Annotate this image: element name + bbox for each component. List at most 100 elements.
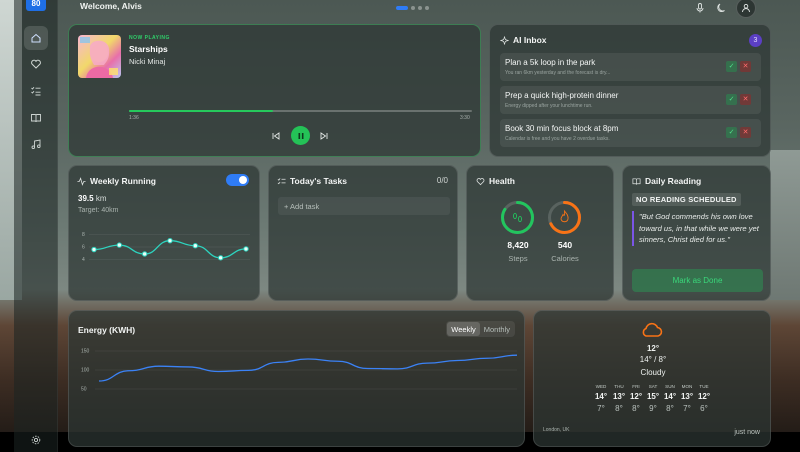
forecast-day-name: SUN [665,384,675,389]
inbox-item[interactable]: Book 30 min focus block at 8pm Calendar … [500,119,761,147]
energy-y-tick: 50 [81,387,87,393]
app-logo[interactable]: 80 [26,0,46,11]
next-button[interactable] [319,126,329,145]
forecast-low: 8° [632,404,640,413]
steps-ring [501,201,534,234]
weather-condition: Cloudy [640,368,666,377]
tab-weekly[interactable]: Weekly [447,322,480,336]
home-icon [31,33,41,43]
page-dot[interactable] [411,6,415,10]
task-count: 0/0 [436,176,448,185]
page-dot[interactable] [396,6,408,10]
forecast-day: MON 13° 7° [680,384,694,413]
forecast-day: TUE 12° 6° [697,384,711,413]
energy-chart: 150 100 50 [81,349,518,393]
gear-icon [31,435,41,445]
daily-reading-card: Daily Reading NO READING SCHEDULED "But … [622,165,771,301]
reading-status: NO READING SCHEDULED [632,193,741,206]
running-chart: 8 6 4 [82,232,250,263]
running-point[interactable] [192,243,199,249]
weather-updated: just now [734,429,760,436]
inbox-item[interactable]: Prep a quick high-protein dinner Energy … [500,86,761,114]
forecast-high: 13° [612,392,626,401]
tasks-title: Today's Tasks [277,176,347,186]
dismiss-button[interactable]: ✕ [740,61,751,72]
running-point[interactable] [91,246,97,253]
reading-quote: "But God commends his own love toward us… [632,211,764,246]
song-title: Starships [129,44,168,54]
welcome-text: Welcome, Alvis [80,1,142,11]
accept-button[interactable]: ✓ [726,127,737,138]
accept-button[interactable]: ✓ [726,61,737,72]
ai-inbox-title: AI Inbox [500,35,547,45]
previous-button[interactable] [271,126,281,145]
now-playing-card: NOW PLAYING Starships Nicki Minaj 1:36 3… [68,24,481,157]
forecast-day-name: TUE [699,384,709,389]
forecast-day: FRI 12° 8° [629,384,643,413]
music-note-icon [31,139,41,149]
sidebar-item-music[interactable] [24,132,48,156]
distance-unit: km [95,194,107,203]
inbox-item-title: Plan a 5k loop in the park [505,58,596,67]
forecast-high: 15° [646,392,660,401]
sidebar-item-favorites[interactable] [24,52,48,76]
running-point[interactable] [217,255,224,261]
artist-name: Nicki Minaj [129,57,166,66]
sidebar-item-reading[interactable] [24,106,48,130]
forecast-day-name: MON [681,384,693,389]
sidebar-item-settings[interactable] [24,428,48,452]
avatar[interactable] [736,0,756,18]
now-playing-label: NOW PLAYING [129,35,170,41]
current-time: 1:36 [129,115,139,121]
sidebar: 80 [14,0,58,452]
dismiss-button[interactable]: ✕ [740,127,751,138]
forecast-high: 13° [680,392,694,401]
steps-value: 8,420 [507,240,529,250]
top-bar: Welcome, Alvis [58,0,800,18]
tab-monthly[interactable]: Monthly [480,322,514,336]
album-cover [78,35,121,78]
forecast-low: 9° [649,404,657,413]
sidebar-item-tasks[interactable] [24,79,48,103]
inbox-item-title: Book 30 min focus block at 8pm [505,124,619,133]
running-label: Weekly Running [90,176,156,186]
health-label: Health [489,176,515,186]
microphone-icon[interactable] [694,2,706,14]
total-time: 3:30 [460,115,470,121]
forecast-day-name: WED [595,384,607,389]
forecast-day: THU 13° 8° [612,384,626,413]
page-dot[interactable] [425,6,429,10]
calories-ring [548,201,581,234]
forecast-low: 8° [615,404,623,413]
activity-icon [77,176,86,186]
inbox-item[interactable]: Plan a 5k loop in the park You ran 6km y… [500,53,761,81]
page-dot[interactable] [418,6,422,10]
add-task-button[interactable]: + Add task [278,197,450,215]
todays-tasks-card: Today's Tasks 0/0 + Add task [268,165,458,301]
running-target: Target: 40km [78,207,119,214]
pause-button[interactable] [291,126,310,145]
sparkle-icon [500,35,509,45]
weather-card: 12° 14° / 8° Cloudy WED 14° 7° THU 13° 8° FR… [533,310,771,447]
sidebar-item-home[interactable] [24,26,48,50]
dismiss-button[interactable]: ✕ [740,94,751,105]
running-point[interactable] [167,237,173,244]
accept-button[interactable]: ✓ [726,94,737,105]
running-title: Weekly Running [77,176,156,186]
inbox-item-subtitle: Calendar is free and you have 2 overdue … [505,136,610,142]
running-point[interactable] [243,246,249,252]
energy-y-tick: 150 [81,349,90,355]
forecast-low: 7° [683,404,691,413]
running-toggle[interactable] [226,174,249,186]
running-point[interactable] [116,242,123,248]
running-y-tick: 8 [82,232,85,238]
weather-location: London, UK [543,427,570,433]
checklist-icon [31,86,41,96]
mark-done-button[interactable]: Mark as Done [632,269,763,292]
running-point[interactable] [141,251,148,257]
moon-icon[interactable] [716,2,728,14]
forecast-day: WED 14° 7° [594,384,608,413]
forecast-day: SAT 15° 9° [646,384,660,413]
energy-line [98,354,518,382]
progress-bar[interactable] [129,110,472,112]
